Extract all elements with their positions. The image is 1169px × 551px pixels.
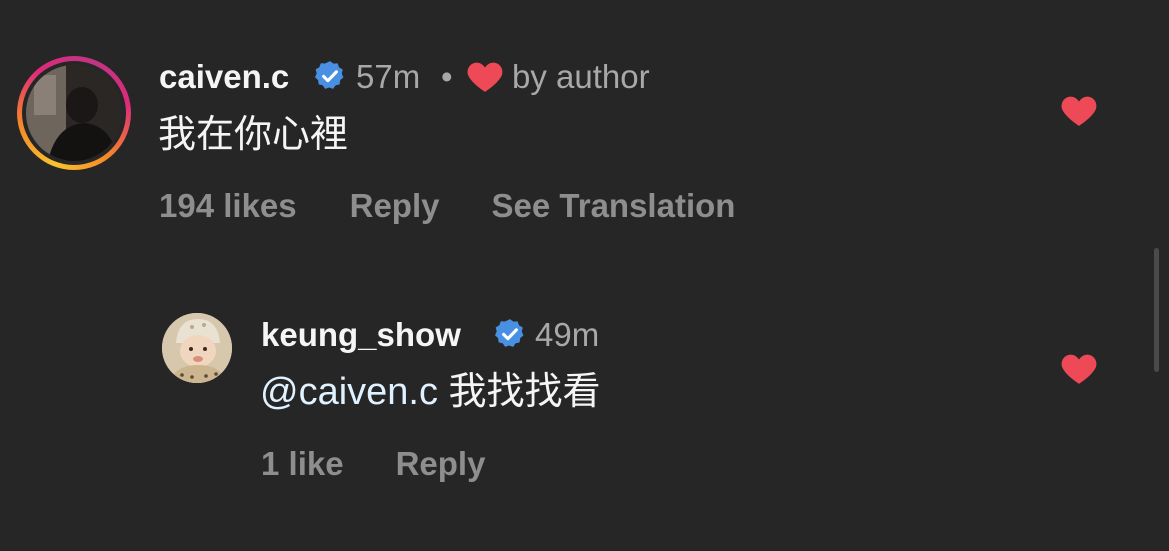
mention-link[interactable]: @caiven.c <box>260 371 438 413</box>
reply-button[interactable]: Reply <box>396 444 486 484</box>
comment-actions: 194 likes Reply See Translation <box>159 186 735 226</box>
see-translation-button[interactable]: See Translation <box>492 186 736 226</box>
comment-body: 我找找看 <box>448 371 601 413</box>
comment-username[interactable]: keung_show <box>261 316 461 354</box>
separator-dot: • <box>441 58 453 95</box>
verified-badge-icon <box>493 317 527 356</box>
likes-count-button[interactable]: 194 likes <box>159 186 297 226</box>
story-ring[interactable] <box>17 56 131 170</box>
likes-count-button[interactable]: 1 like <box>261 444 344 484</box>
reply-button[interactable]: Reply <box>350 186 440 226</box>
comment-username[interactable]: caiven.c <box>159 58 289 96</box>
avatar[interactable] <box>26 65 122 161</box>
author-heart-icon <box>466 58 504 99</box>
avatar[interactable] <box>162 313 232 383</box>
heart-icon[interactable] <box>1060 350 1098 391</box>
comment-text: 我在你心裡 <box>158 114 349 156</box>
comment-text: @caiven.c 我找找看 <box>260 370 601 414</box>
comment-actions: 1 like Reply <box>261 444 485 484</box>
liked-by-author-label: by author <box>512 58 650 95</box>
comment-timestamp: 49m <box>535 316 600 353</box>
comments-thread: caiven.c 57m • by author 我在你心裡 194 likes… <box>0 0 1169 551</box>
heart-icon[interactable] <box>1060 92 1098 133</box>
scrollbar[interactable] <box>1154 248 1159 372</box>
verified-badge-icon <box>313 59 347 98</box>
comment-timestamp: 57m <box>356 58 421 95</box>
